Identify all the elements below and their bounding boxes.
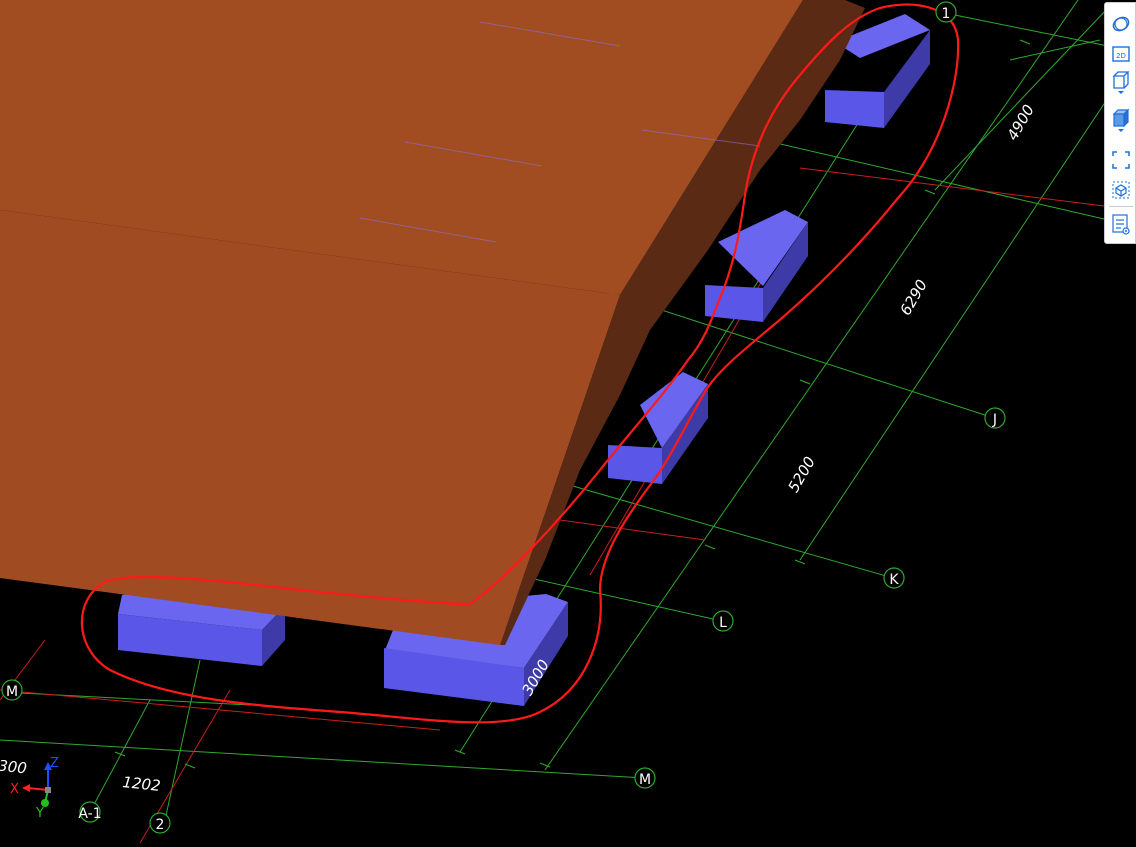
view-toolbar: 2D <box>1104 2 1136 244</box>
toolbar-separator <box>1109 206 1133 207</box>
axis-z-label: Z <box>50 756 59 771</box>
grid-bubble-m-left[interactable]: M <box>1 679 23 701</box>
grid-label-2: 2 <box>156 817 165 833</box>
dimension-5200: 5200 <box>784 453 819 495</box>
fit-extents-icon[interactable] <box>1108 147 1134 173</box>
dimension-6290: 6290 <box>896 276 931 318</box>
footing-3[interactable] <box>608 372 708 484</box>
grid-bubble-k[interactable]: K <box>883 567 905 589</box>
grid-bubble-m-bottom[interactable]: M <box>634 767 656 789</box>
dimension-4900: 4900 <box>1003 101 1038 143</box>
properties-list-icon[interactable] <box>1108 211 1134 237</box>
cube-wireframe-icon[interactable] <box>1108 69 1134 95</box>
axis-y-label: Y <box>35 806 44 821</box>
grid-bubble-a-1[interactable]: A-1 <box>78 801 102 823</box>
grid-bubble-j[interactable]: J <box>984 407 1006 429</box>
grid-bubble-1[interactable]: 1 <box>935 1 957 23</box>
slab[interactable] <box>0 0 865 645</box>
grid-bubble-2[interactable]: 2 <box>149 812 171 834</box>
grid-label-k: K <box>889 572 899 588</box>
dimension-300: 300 <box>0 757 28 778</box>
grid-label-1: 1 <box>942 6 951 22</box>
view-label: A-1 <box>78 806 101 822</box>
grid-label-m-bottom: M <box>639 772 651 788</box>
3d-model-viewport[interactable]: 1 J K L M M 2 A-1 4900 6290 5200 1202 30… <box>0 0 1136 844</box>
isolate-object-icon[interactable] <box>1108 177 1134 203</box>
dimension-1202: 1202 <box>122 773 162 795</box>
model-scene[interactable]: 1 J K L M M 2 A-1 4900 6290 5200 1202 30… <box>0 0 1136 844</box>
view-2d-icon[interactable]: 2D <box>1108 41 1134 67</box>
cube-shaded-icon[interactable] <box>1108 107 1134 133</box>
grid-bubble-l[interactable]: L <box>712 610 734 632</box>
orbit-icon[interactable] <box>1108 11 1134 37</box>
grid-label-m-left: M <box>6 684 18 700</box>
axis-x-label: X <box>10 782 19 797</box>
view-2d-label: 2D <box>1116 52 1126 60</box>
grid-label-l: L <box>719 615 727 631</box>
grid-label-j: J <box>992 412 997 428</box>
